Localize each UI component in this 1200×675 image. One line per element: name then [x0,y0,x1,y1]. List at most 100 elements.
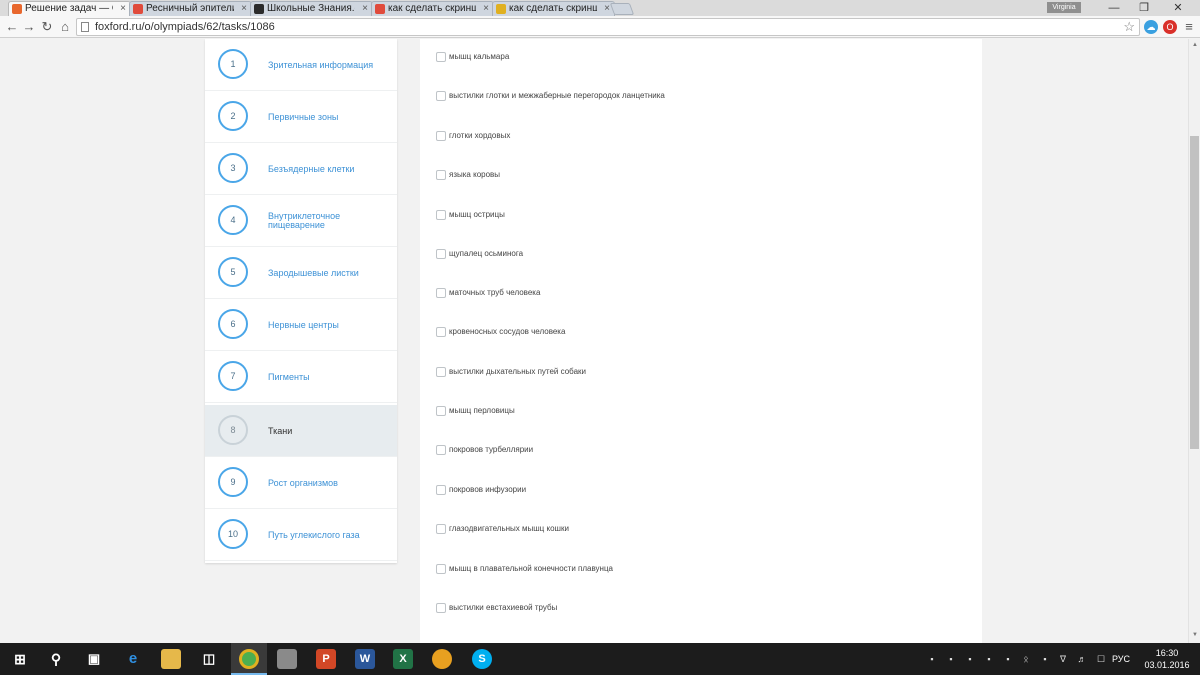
answer-checkbox[interactable] [436,210,446,220]
answer-checkbox[interactable] [436,52,446,62]
answer-checkbox[interactable] [436,249,446,259]
close-icon[interactable]: × [241,2,247,15]
answer-checkbox[interactable] [436,485,446,495]
tray-app-icon[interactable]: ▪ [965,654,975,664]
sidebar-item-label[interactable]: Первичные зоны [268,91,388,143]
close-window-icon[interactable]: ✕ [1156,0,1200,16]
chrome-icon[interactable] [239,649,259,669]
sidebar-item-label[interactable]: Зародышевые листки [268,247,388,299]
edge-icon[interactable]: e [123,649,143,669]
word-icon[interactable]: W [355,649,375,669]
sidebar-item-label[interactable]: Рост организмов [268,457,388,509]
answer-option[interactable]: глазодвигательных мышц кошки [436,522,956,536]
sidebar-item-4[interactable]: 4 Внутриклеточное пищеварение [205,195,397,247]
browser-tab-3[interactable]: Школьные Знания.с × [250,1,373,16]
answer-checkbox[interactable] [436,327,446,337]
forward-arrow-icon[interactable]: → [20,18,38,36]
close-icon[interactable]: × [120,2,126,15]
answer-option[interactable]: мышц кальмара [436,50,956,64]
system-clock[interactable]: 16:30 03.01.2016 [1142,647,1192,671]
new-tab-button[interactable] [609,3,635,15]
answer-option[interactable]: глотки хордовых [436,129,956,143]
menu-icon[interactable]: ≡ [1180,18,1198,36]
answer-option[interactable]: кровеносных сосудов человека [436,325,956,339]
answer-label[interactable]: мышц острицы [449,209,505,221]
tray-app-icon[interactable]: ▪ [927,654,937,664]
answer-checkbox[interactable] [436,524,446,534]
bookmark-star-icon[interactable]: ☆ [1123,19,1135,35]
answer-label[interactable]: кровеносных сосудов человека [449,326,565,338]
sidebar-item-label[interactable]: Нервные центры [268,299,388,351]
address-bar[interactable]: foxford.ru/o/olympiads/62/tasks/1086 ☆ [76,18,1140,36]
sidebar-item-9[interactable]: 9 Рост организмов [205,457,397,509]
close-icon[interactable]: × [483,2,489,15]
input-language[interactable]: РУС [1112,643,1130,675]
home-icon[interactable]: ⌂ [56,18,74,36]
excel-icon[interactable]: X [393,649,413,669]
answer-checkbox[interactable] [436,445,446,455]
answer-option[interactable]: выстилки глотки и межжаберные перегородо… [436,89,956,103]
browser-tab-5[interactable]: как сделать скринш × [492,1,615,16]
answer-option[interactable]: выстилки евстахиевой трубы [436,601,956,615]
sidebar-item-label[interactable]: Пигменты [268,351,388,403]
scroll-down-icon[interactable]: ▼ [1191,631,1199,639]
printer-app-icon[interactable] [277,649,297,669]
opera-extension-icon[interactable]: O [1163,20,1177,34]
answer-option[interactable]: щупалец осьминога [436,247,956,261]
sidebar-item-label[interactable]: Зрительная информация [268,39,388,91]
file-explorer-icon[interactable] [161,649,181,669]
tray-app-icon[interactable]: ▪ [984,654,994,664]
answer-label[interactable]: маточных труб человека [449,287,540,299]
search-icon[interactable]: ⚲ [46,649,66,669]
answer-label[interactable]: языка коровы [449,169,500,181]
browser-tab-4[interactable]: как сделать скринш × [371,1,494,16]
answer-label[interactable]: мышц кальмара [449,51,509,63]
answer-label[interactable]: мышц в плавательной конечности плавунца [449,563,613,575]
answer-checkbox[interactable] [436,91,446,101]
close-icon[interactable]: × [604,2,610,15]
notifications-icon[interactable]: ☐ [1096,654,1106,664]
scroll-up-icon[interactable]: ▲ [1191,41,1199,49]
browser-app-icon[interactable] [432,649,452,669]
wifi-icon[interactable]: ∇ [1058,654,1068,664]
scroll-thumb[interactable] [1190,136,1199,449]
close-icon[interactable]: × [362,2,368,15]
answer-option[interactable]: мышц острицы [436,208,956,222]
sidebar-item-2[interactable]: 2 Первичные зоны [205,91,397,143]
tray-app-icon[interactable]: ▪ [946,654,956,664]
answer-label[interactable]: покровов инфузории [449,484,526,496]
answer-label[interactable]: покровов турбеллярии [449,444,533,456]
answer-checkbox[interactable] [436,131,446,141]
answer-checkbox[interactable] [436,367,446,377]
answer-checkbox[interactable] [436,170,446,180]
sidebar-item-5[interactable]: 5 Зародышевые листки [205,247,397,299]
sidebar-item-label[interactable]: Безъядерные клетки [268,143,388,195]
answer-label[interactable]: выстилки глотки и межжаберные перегородо… [449,90,665,102]
answer-label[interactable]: мышц перловицы [449,405,515,417]
sidebar-item-label[interactable]: Внутриклеточное пищеварение [268,195,388,247]
browser-tab-2[interactable]: Ресничный эпители × [129,1,252,16]
answer-checkbox[interactable] [436,406,446,416]
url-text[interactable]: foxford.ru/o/olympiads/62/tasks/1086 [95,19,275,35]
sidebar-item-7[interactable]: 7 Пигменты [205,351,397,403]
answer-option[interactable]: маточных труб человека [436,286,956,300]
answer-label[interactable]: щупалец осьминога [449,248,523,260]
sidebar-item-3[interactable]: 3 Безъядерные клетки [205,143,397,195]
page-scrollbar[interactable]: ▲ ▼ [1188,39,1200,643]
skype-icon[interactable]: S [472,649,492,669]
answer-checkbox[interactable] [436,603,446,613]
answer-label[interactable]: выстилки евстахиевой трубы [449,602,557,614]
browser-tab-1[interactable]: Решение задач — О × [8,1,131,16]
sidebar-item-1[interactable]: 1 Зрительная информация [205,39,397,91]
answer-option[interactable]: покровов инфузории [436,483,956,497]
sidebar-item-label[interactable]: Ткани [268,405,388,457]
tray-app-icon[interactable]: ▪ [1003,654,1013,664]
store-icon[interactable]: ◫ [199,649,219,669]
task-view-icon[interactable]: ▣ [84,649,104,669]
cloud-extension-icon[interactable]: ☁ [1144,20,1158,34]
back-arrow-icon[interactable]: ← [3,18,21,36]
answer-option[interactable]: мышц в плавательной конечности плавунца [436,562,956,576]
profile-badge[interactable]: Virginia [1047,2,1081,13]
sidebar-item-label[interactable]: Путь углекислого газа [268,509,388,561]
volume-icon[interactable]: ♬ [1077,654,1087,664]
